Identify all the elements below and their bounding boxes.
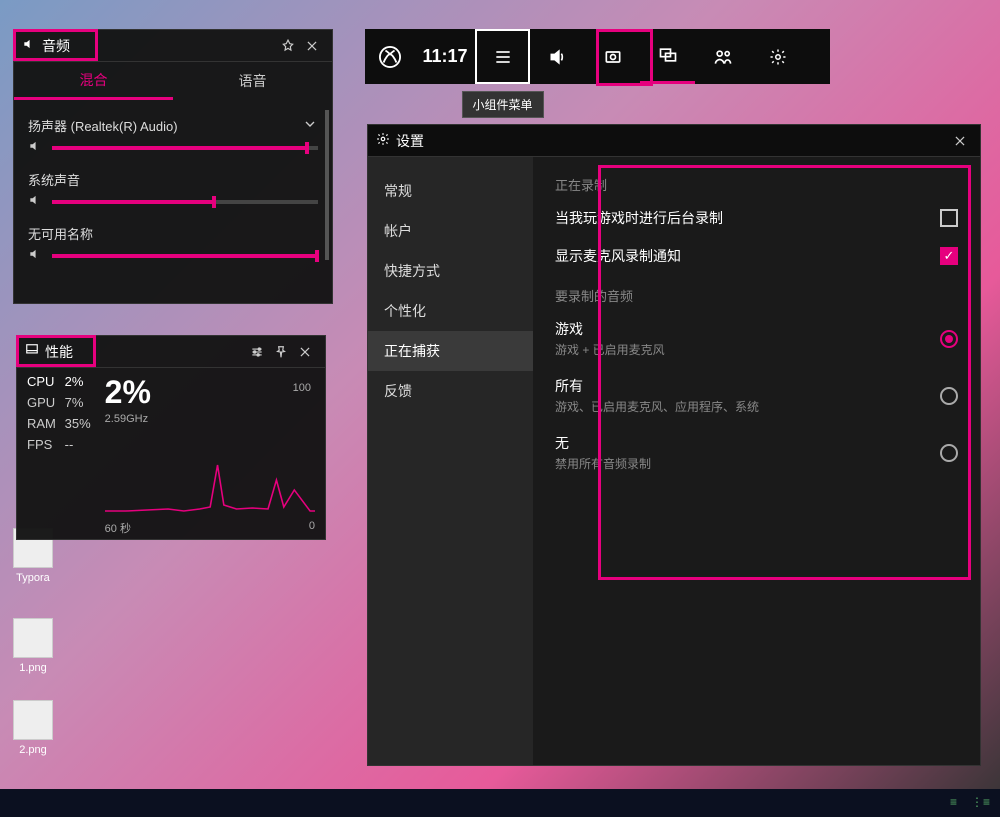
widgets-menu-button[interactable]: 小组件菜单	[475, 29, 530, 84]
radio-all[interactable]	[940, 387, 958, 405]
audio-button[interactable]	[530, 29, 585, 84]
perf-header[interactable]: 性能	[17, 336, 325, 368]
audio-panel: 音频 混合 语音 扬声器 (Realtek(R) Audio) 系统声音 无可用…	[13, 29, 333, 304]
gpu-stat[interactable]: GPU 7%	[27, 395, 91, 410]
tab-mix[interactable]: 混合	[14, 62, 173, 100]
perf-freq: 2.59GHz	[105, 413, 315, 425]
speaker-icon	[28, 139, 42, 156]
radio-none-label: 无	[555, 433, 651, 453]
cpu-stat[interactable]: CPU 2%	[27, 374, 91, 389]
audio-tabs: 混合 语音	[14, 62, 332, 100]
perf-title: 性能	[45, 342, 73, 362]
desktop-icon-1png[interactable]: 1.png	[8, 618, 58, 674]
recording-section-title: 正在录制	[555, 175, 958, 194]
radio-all-label: 所有	[555, 376, 759, 396]
tray-icons[interactable]: ≡⋮≡	[950, 795, 990, 809]
nav-account[interactable]: 帐户	[368, 211, 533, 251]
settings-button[interactable]	[750, 29, 805, 84]
mic-notify-checkbox[interactable]: ✓	[940, 247, 958, 265]
device-name: 扬声器 (Realtek(R) Audio)	[28, 116, 178, 135]
capture-button[interactable]	[585, 29, 640, 84]
settings-nav: 常规 帐户 快捷方式 个性化 正在捕获 反馈	[368, 157, 533, 765]
icon-label: 2.png	[8, 744, 58, 756]
pin-icon[interactable]	[276, 34, 300, 58]
device-volume-slider[interactable]	[52, 146, 318, 150]
audio-title: 音频	[42, 36, 70, 56]
graph-right: 0	[309, 520, 315, 536]
nav-general[interactable]: 常规	[368, 171, 533, 211]
bg-record-label: 当我玩游戏时进行后台录制	[555, 208, 723, 228]
performance-panel: 性能 CPU 2% GPU 7% RAM 35% FPS -- 2% 2.59G…	[16, 335, 326, 540]
xbox-icon[interactable]	[365, 46, 415, 68]
ram-stat[interactable]: RAM 35%	[27, 416, 91, 431]
noname-volume-slider[interactable]	[52, 254, 318, 258]
radio-none-sub: 禁用所有音频录制	[555, 455, 651, 472]
graph-left: 60 秒	[105, 520, 131, 536]
radio-game-label: 游戏	[555, 319, 665, 339]
settings-header[interactable]: 设置	[368, 125, 980, 157]
scrollbar[interactable]	[325, 110, 329, 260]
close-icon[interactable]	[293, 340, 317, 364]
settings-title: 设置	[396, 131, 424, 151]
noname-label: 无可用名称	[28, 224, 93, 243]
file-icon	[13, 618, 53, 658]
perf-big-value: 2%	[105, 374, 315, 411]
social-button[interactable]	[695, 29, 750, 84]
tooltip: 小组件菜单	[461, 91, 543, 118]
nav-capturing[interactable]: 正在捕获	[368, 331, 533, 371]
bg-record-checkbox[interactable]	[940, 209, 958, 227]
speaker-icon	[28, 247, 42, 264]
icon-label: Typora	[8, 572, 58, 584]
mic-notify-label: 显示麦克风录制通知	[555, 246, 681, 266]
system-volume-slider[interactable]	[52, 200, 318, 204]
radio-game[interactable]	[940, 330, 958, 348]
icon-label: 1.png	[8, 662, 58, 674]
settings-content: 正在录制 当我玩游戏时进行后台录制 显示麦克风录制通知 ✓ 要录制的音频 游戏 …	[533, 157, 980, 765]
perf-icon	[25, 343, 39, 360]
audio-header[interactable]: 音频	[14, 30, 332, 62]
clock: 11:17	[415, 46, 475, 67]
close-icon[interactable]	[300, 34, 324, 58]
fps-stat[interactable]: FPS --	[27, 437, 91, 452]
nav-shortcuts[interactable]: 快捷方式	[368, 251, 533, 291]
perf-max: 100	[293, 382, 311, 394]
radio-none[interactable]	[940, 444, 958, 462]
pin-icon[interactable]	[269, 340, 293, 364]
audio-section-title: 要录制的音频	[555, 286, 958, 305]
radio-game-sub: 游戏 + 已启用麦克风	[555, 341, 665, 358]
taskbar[interactable]: ≡⋮≡	[0, 789, 1000, 817]
radio-all-sub: 游戏、已启用麦克风、应用程序、系统	[555, 398, 759, 415]
tab-voice[interactable]: 语音	[173, 62, 332, 100]
chevron-down-icon[interactable]	[302, 116, 318, 135]
options-icon[interactable]	[245, 340, 269, 364]
settings-panel: 设置 常规 帐户 快捷方式 个性化 正在捕获 反馈 正在录制 当我玩游戏时进行后…	[367, 124, 981, 766]
file-icon	[13, 700, 53, 740]
desktop-icon-2png[interactable]: 2.png	[8, 700, 58, 756]
system-sound-label: 系统声音	[28, 170, 80, 189]
speaker-icon	[22, 37, 36, 54]
overlay-button[interactable]	[640, 29, 695, 84]
nav-feedback[interactable]: 反馈	[368, 371, 533, 411]
speaker-icon	[28, 193, 42, 210]
gamebar-topbar: 11:17 小组件菜单	[365, 29, 830, 84]
gear-icon	[376, 132, 390, 149]
nav-personalization[interactable]: 个性化	[368, 291, 533, 331]
cpu-graph: 60 秒 0	[105, 435, 315, 515]
close-icon[interactable]	[948, 129, 972, 153]
